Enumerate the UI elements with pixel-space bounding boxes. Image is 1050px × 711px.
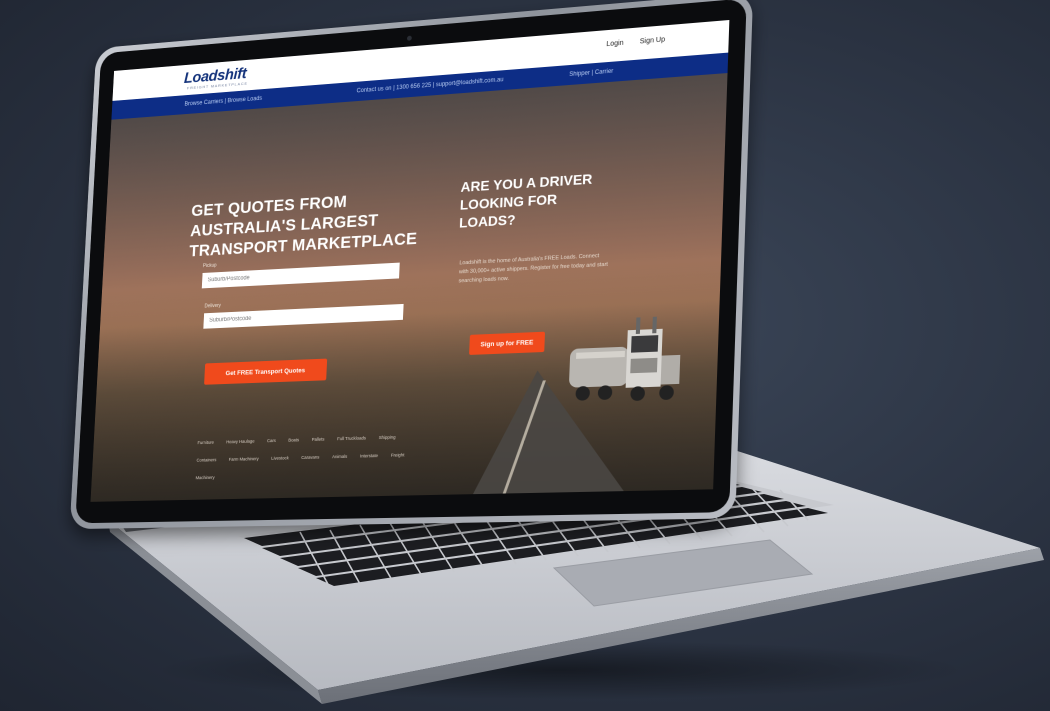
category-link[interactable]: Cars	[267, 438, 276, 443]
login-link[interactable]: Login	[606, 40, 624, 48]
get-quotes-button[interactable]: Get FREE Transport Quotes	[204, 358, 328, 385]
screen: Loadshift FREIGHT MARKETPLACE Login Sign…	[90, 19, 730, 502]
category-link[interactable]: Livestock	[271, 455, 289, 460]
category-link[interactable]: Pallets	[312, 437, 325, 442]
nav-browse-links[interactable]: Browse Carriers | Browse Loads	[184, 96, 262, 108]
category-link[interactable]: Machinery	[196, 475, 215, 480]
category-link[interactable]: Furniture	[197, 440, 214, 445]
category-links: Furniture Heavy Haulage Cars Boats Palle…	[195, 425, 423, 484]
category-link[interactable]: Heavy Haulage	[226, 439, 255, 445]
driver-signup-button[interactable]: Sign up for FREE	[469, 331, 546, 355]
delivery-label: Delivery	[204, 302, 222, 310]
driver-text: Loadshift is the home of Australia's FRE…	[458, 253, 608, 285]
category-link[interactable]: Caravans	[301, 455, 319, 460]
delivery-input[interactable]	[203, 303, 404, 329]
category-link[interactable]: Farm Machinery	[229, 456, 259, 462]
category-link[interactable]: Full Truckloads	[337, 435, 366, 441]
category-link[interactable]: Boats	[288, 437, 299, 442]
hero-section: GET QUOTES FROM AUSTRALIA'S LARGEST TRAN…	[90, 73, 728, 502]
truck-image	[568, 316, 681, 402]
header-links: Login Sign Up	[606, 36, 665, 48]
camera-icon	[406, 35, 412, 41]
pickup-label: Pickup	[202, 262, 217, 270]
laptop-lid: Loadshift FREIGHT MARKETPLACE Login Sign…	[69, 0, 754, 530]
screen-bezel: Loadshift FREIGHT MARKETPLACE Login Sign…	[75, 0, 747, 524]
nav-user-type-links[interactable]: Shipper | Carrier	[569, 69, 613, 78]
category-link[interactable]: Animals	[332, 454, 347, 459]
driver-title: ARE YOU A DRIVER LOOKING FOR LOADS?	[458, 170, 593, 231]
category-link[interactable]: Freight	[391, 452, 405, 457]
hero-title: GET QUOTES FROM AUSTRALIA'S LARGEST TRAN…	[188, 192, 418, 261]
pickup-input[interactable]	[201, 262, 400, 289]
category-link[interactable]: Interstate	[360, 453, 378, 458]
signup-link[interactable]: Sign Up	[640, 36, 666, 45]
